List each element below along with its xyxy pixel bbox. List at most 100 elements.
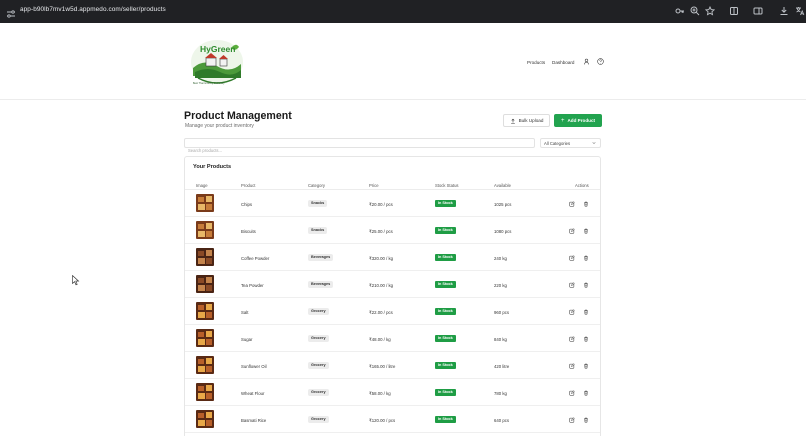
available-quantity: 1080 pcs <box>494 229 512 234</box>
delete-icon[interactable] <box>583 228 589 234</box>
stock-status-badge: In Stock <box>435 335 456 342</box>
edit-icon[interactable] <box>569 417 575 423</box>
edit-icon[interactable] <box>569 390 575 396</box>
delete-icon[interactable] <box>583 363 589 369</box>
edit-icon[interactable] <box>569 255 575 261</box>
delete-icon[interactable] <box>583 309 589 315</box>
delete-icon[interactable] <box>583 201 589 207</box>
delete-icon[interactable] <box>583 417 589 423</box>
column-header-price: Price <box>369 183 379 188</box>
products-card: Your Products Image Product Category Pri… <box>184 156 601 436</box>
stock-status-badge: In Stock <box>435 227 456 234</box>
available-quantity: 1025 pcs <box>494 202 512 207</box>
help-icon[interactable] <box>597 58 604 65</box>
product-name: Coffee Powder <box>241 256 270 261</box>
product-name: Biscuits <box>241 229 256 234</box>
edit-icon[interactable] <box>569 363 575 369</box>
products-card-title: Your Products <box>193 164 232 170</box>
edit-icon[interactable] <box>569 228 575 234</box>
category-badge: Grocery <box>308 362 329 369</box>
column-header-category: Category <box>308 183 325 188</box>
bulk-upload-button[interactable]: Bulk Upload <box>503 114 550 127</box>
logo-tagline: Best Thai Grocery Of Family <box>193 82 225 85</box>
nav-dashboard-link[interactable]: Dashboard <box>552 60 574 65</box>
available-quantity: 960 pcs <box>494 310 510 315</box>
available-quantity: 640 pcs <box>494 418 510 423</box>
table-row: Biscuits Snacks ₹25.00 / pcs In Stock 1080 p… <box>185 217 600 244</box>
product-price: ₹210.00 / kg <box>369 283 393 288</box>
search-field[interactable] <box>184 138 535 155</box>
translate-icon[interactable] <box>795 6 805 16</box>
category-badge: Snacks <box>308 200 328 207</box>
table-row: Salt Grocery ₹22.00 / pcs In Stock 960 pcs <box>185 298 600 325</box>
column-header-stock-status: Stock Status <box>435 183 459 188</box>
category-select-value: All Categories <box>544 140 571 146</box>
available-quantity: 840 kg <box>494 337 507 342</box>
add-product-button[interactable]: + Add Product <box>554 114 602 127</box>
address-bar-url[interactable]: app-b90lb7mv1w5d.appmedo.com/seller/prod… <box>20 6 166 13</box>
table-row: Wheat Flour Grocery ₹58.00 / kg In Stock 780… <box>185 379 600 406</box>
star-icon[interactable] <box>705 6 715 16</box>
edit-icon[interactable] <box>569 336 575 342</box>
upload-icon <box>510 118 515 124</box>
extension-icon[interactable] <box>729 6 739 16</box>
chevron-down-icon <box>592 142 596 145</box>
stock-status-badge: In Stock <box>435 308 456 315</box>
download-icon[interactable] <box>779 6 789 16</box>
category-select[interactable]: All Categories <box>540 138 601 148</box>
delete-icon[interactable] <box>583 336 589 342</box>
available-quantity: 780 kg <box>494 391 507 396</box>
app-header: HyGreen Best Thai Grocery Of Family Prod… <box>0 23 806 100</box>
stock-status-badge: In Stock <box>435 416 456 423</box>
available-quantity: 420 litre <box>494 364 510 369</box>
stock-status-badge: In Stock <box>435 254 456 261</box>
table-row: Basmati Rice Grocery ₹120.00 / pcs In Stock… <box>185 406 600 433</box>
stock-status-badge: In Stock <box>435 200 456 207</box>
category-badge: Grocery <box>308 389 329 396</box>
nav-products-link[interactable]: Products <box>527 60 545 65</box>
product-name: Sugar <box>241 337 253 342</box>
product-price: ₹20.00 / pcs <box>369 202 393 207</box>
product-name: Chips <box>241 202 252 207</box>
product-thumbnail <box>196 248 214 266</box>
table-row: Sunflower Oil Grocery ₹165.00 / litre In St… <box>185 352 600 379</box>
delete-icon[interactable] <box>583 390 589 396</box>
hygreen-logo[interactable]: HyGreen Best Thai Grocery Of Family <box>184 28 250 92</box>
product-price: ₹25.00 / pcs <box>369 229 393 234</box>
delete-icon[interactable] <box>583 255 589 261</box>
product-name: Salt <box>241 310 249 315</box>
category-badge: Beverages <box>308 281 334 288</box>
tune-icon[interactable] <box>6 6 16 18</box>
category-badge: Grocery <box>308 308 329 315</box>
column-header-image: Image <box>196 183 208 188</box>
browser-toolbar: app-b90lb7mv1w5d.appmedo.com/seller/prod… <box>0 0 806 23</box>
stock-status-badge: In Stock <box>435 281 456 288</box>
edit-icon[interactable] <box>569 201 575 207</box>
product-name: Sunflower Oil <box>241 364 267 369</box>
category-badge: Grocery <box>308 416 329 423</box>
product-price: ₹58.00 / kg <box>369 391 391 396</box>
table-row: Sugar Grocery ₹48.00 / kg In Stock 840 kg <box>185 325 600 352</box>
search-input[interactable] <box>185 146 534 155</box>
delete-icon[interactable] <box>583 282 589 288</box>
stock-status-badge: In Stock <box>435 389 456 396</box>
product-name: Tea Powder <box>241 283 264 288</box>
sidebar-icon[interactable] <box>753 6 763 16</box>
product-price: ₹320.00 / kg <box>369 256 393 261</box>
product-price: ₹22.00 / pcs <box>369 310 393 315</box>
available-quantity: 240 kg <box>494 256 507 261</box>
zoom-icon[interactable] <box>690 6 700 16</box>
product-thumbnail <box>196 356 214 374</box>
plus-icon: + <box>560 117 565 124</box>
edit-icon[interactable] <box>569 309 575 315</box>
add-product-label: Add Product <box>567 118 596 123</box>
product-name: Basmati Rice <box>241 418 267 423</box>
key-icon[interactable] <box>675 6 685 16</box>
user-icon[interactable] <box>583 58 590 65</box>
product-thumbnail <box>196 221 214 239</box>
category-badge: Beverages <box>308 254 334 261</box>
product-thumbnail <box>196 302 214 320</box>
product-price: ₹120.00 / pcs <box>369 418 396 423</box>
column-header-available: Available <box>494 183 511 188</box>
edit-icon[interactable] <box>569 282 575 288</box>
